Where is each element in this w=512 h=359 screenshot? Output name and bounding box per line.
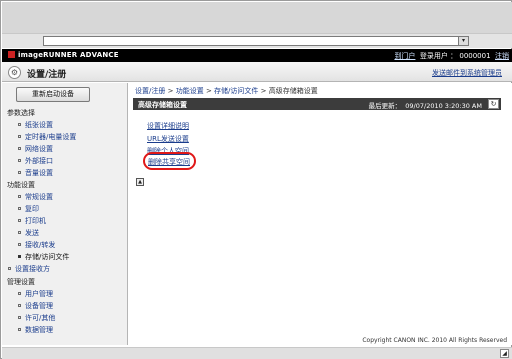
sidebar-item-common-settings[interactable]: 常规设置 (18, 192, 53, 202)
sidebar-item-receive-forward[interactable]: 接收/转发 (18, 240, 55, 250)
bullet-icon (18, 207, 21, 210)
sidebar-item-external-interface[interactable]: 外部接口 (18, 156, 53, 166)
breadcrumb-home[interactable]: 设置/注册 (135, 87, 165, 95)
bullet-icon (18, 171, 21, 174)
bullet-icon (18, 135, 21, 138)
chevron-down-icon[interactable]: ▾ (458, 36, 469, 46)
brand-text: imageRUNNER ADVANCE (18, 51, 119, 59)
bullet-icon (18, 328, 21, 331)
sidebar-item-device-management[interactable]: 设备管理 (18, 301, 53, 311)
status-bar: ◢ (2, 347, 512, 359)
restart-device-button[interactable]: 重新启动设备 (16, 87, 90, 102)
arrow-up-icon[interactable]: ▲ (136, 178, 144, 186)
section-header: 高级存储箱设置 最后更新： 09/07/2010 3:20:30 AM ↻ (133, 98, 501, 110)
bullet-icon (18, 292, 21, 295)
title-bar: ⚙ 设置/注册 发送邮件到系统管理员 (2, 62, 512, 82)
sidebar-header-function: 功能设置 (7, 181, 35, 189)
section-title: 高级存储箱设置 (138, 101, 187, 109)
sidebar-item-store-access-files[interactable]: 存储/访问文件 (18, 252, 69, 262)
sidebar-item-copy[interactable]: 复印 (18, 204, 39, 214)
sidebar-item-volume-settings[interactable]: 音量设置 (18, 168, 53, 178)
login-user-label: 登录用户 ： (419, 52, 458, 60)
device-top-bar: imageRUNNER ADVANCE 到门户 登录用户 ： 0000001 注… (2, 49, 512, 62)
brand-logo: imageRUNNER ADVANCE (8, 51, 119, 59)
user-id: 0000001 (459, 52, 491, 60)
sidebar-item-send[interactable]: 发送 (18, 228, 39, 238)
link-url-send-settings[interactable]: URL发送设置 (147, 134, 189, 144)
bullet-icon (18, 123, 21, 126)
footer: Copyright CANON INC. 2010 All Rights Res… (129, 335, 512, 347)
window-frame: ▾ imageRUNNER ADVANCE 到门户 登录用户 ： 0000001… (0, 0, 512, 359)
bullet-icon (18, 159, 21, 162)
sidebar-item-paper-settings[interactable]: 纸张设置 (18, 120, 53, 130)
sidebar: 重新启动设备 参数选择 纸张设置 定时器/电量设置 网络设置 外部接口 音量设置… (2, 83, 128, 345)
settings-gear-icon: ⚙ (8, 66, 21, 79)
sidebar-header-preferences: 参数选择 (7, 109, 35, 117)
bullet-icon (18, 147, 21, 150)
bullet-icon (18, 304, 21, 307)
bullet-icon (18, 219, 21, 222)
logout-link[interactable]: 注销 (495, 52, 509, 60)
sidebar-item-network-settings[interactable]: 网络设置 (18, 144, 53, 154)
link-settings-details[interactable]: 设置详细说明 (147, 121, 189, 131)
bullet-icon (8, 267, 11, 270)
browser-toolbar (2, 2, 512, 34)
address-input[interactable] (43, 36, 469, 46)
last-update: 最后更新： 09/07/2010 3:20:30 AM (368, 102, 482, 110)
breadcrumb-function-settings[interactable]: 功能设置 (176, 87, 204, 95)
breadcrumb-store-access[interactable]: 存储/访问文件 (214, 87, 258, 95)
canon-logo-icon (8, 51, 15, 58)
sidebar-item-user-management[interactable]: 用户管理 (18, 289, 53, 299)
page-title: 设置/注册 (27, 70, 67, 80)
sidebar-item-license-other[interactable]: 许可/其他 (18, 313, 55, 323)
sidebar-header-management: 管理设置 (7, 278, 35, 286)
portal-link[interactable]: 到门户 (394, 52, 415, 60)
refresh-icon[interactable]: ↻ (488, 99, 499, 109)
bullet-icon (18, 255, 21, 258)
link-delete-shared-space[interactable]: 删除共享空间 (148, 157, 190, 167)
sidebar-item-timer-settings[interactable]: 定时器/电量设置 (18, 132, 76, 142)
user-area: 到门户 登录用户 ： 0000001 注销 (394, 51, 509, 61)
breadcrumb: 设置/注册 > 功能设置 > 存储/访问文件 > 高级存储箱设置 (135, 87, 318, 95)
copyright: Copyright CANON INC. 2010 All Rights Res… (362, 337, 507, 344)
bullet-icon (18, 195, 21, 198)
main-content: 设置/注册 > 功能设置 > 存储/访问文件 > 高级存储箱设置 高级存储箱设置… (129, 83, 512, 345)
bullet-icon (18, 243, 21, 246)
sidebar-item-printer[interactable]: 打印机 (18, 216, 46, 226)
resize-grip-icon: ◢ (500, 349, 509, 358)
email-admin-link[interactable]: 发送邮件到系统管理员 (432, 68, 502, 78)
sidebar-item-set-destination[interactable]: 设置接收方 (8, 264, 50, 274)
breadcrumb-current: 高级存储箱设置 (268, 87, 318, 95)
bullet-icon (18, 316, 21, 319)
sidebar-item-data-management[interactable]: 数据管理 (18, 325, 53, 335)
bullet-icon (18, 231, 21, 234)
